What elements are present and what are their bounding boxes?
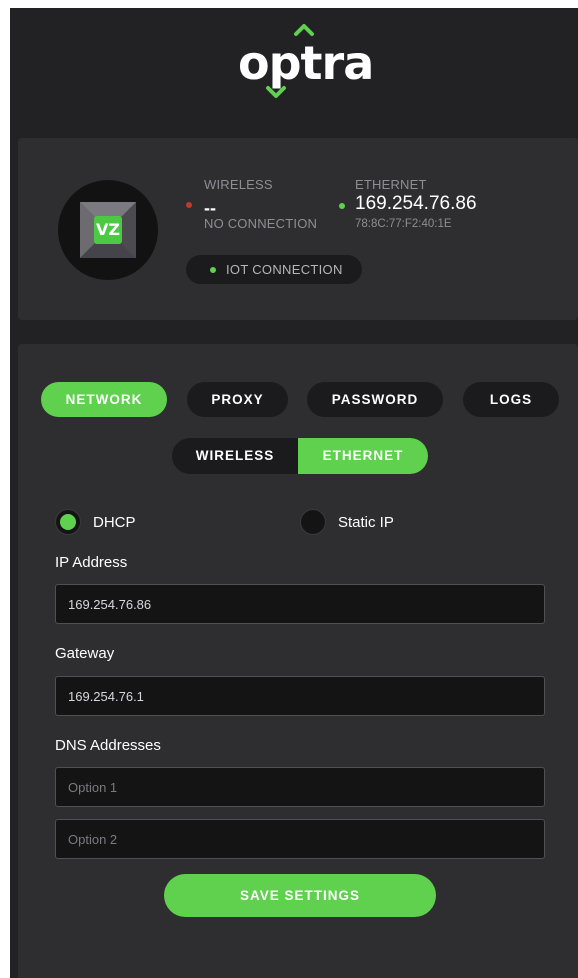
ethernet-label: ETHERNET <box>355 177 427 192</box>
ethernet-mac: 78:8C:77:F2:40:1E <box>355 218 452 230</box>
ethernet-ip: 169.254.76.86 <box>355 193 477 214</box>
static-ip-label[interactable]: Static IP <box>338 514 394 531</box>
tab-proxy[interactable]: PROXY <box>187 382 288 417</box>
dns-option-2-input[interactable] <box>55 819 545 859</box>
connection-status-card: VZ WIRELESS -- NO CONNECTION ETHERNET 16… <box>18 138 578 320</box>
tab-password[interactable]: PASSWORD <box>307 382 443 417</box>
dns-option-1-input[interactable] <box>55 767 545 807</box>
iot-status-dot <box>210 267 216 273</box>
logo-text: optra <box>238 36 374 90</box>
gateway-label: Gateway <box>55 645 115 662</box>
static-ip-radio[interactable] <box>300 509 326 535</box>
connection-type-toggle: WIRELESS ETHERNET <box>172 438 428 474</box>
tab-logs[interactable]: LOGS <box>463 382 559 417</box>
radio-selected-indicator <box>60 514 76 530</box>
ip-address-label: IP Address <box>55 554 128 571</box>
settings-panel: NETWORK PROXY PASSWORD LOGS WIRELESS ETH… <box>18 344 578 978</box>
segment-ethernet[interactable]: ETHERNET <box>298 438 428 474</box>
dhcp-label[interactable]: DHCP <box>93 514 136 531</box>
tab-network[interactable]: NETWORK <box>41 382 167 417</box>
iot-connection-badge: IOT CONNECTION <box>186 255 362 284</box>
wireless-status-dot <box>186 202 192 208</box>
gateway-input[interactable] <box>55 676 545 716</box>
ip-address-input[interactable] <box>55 584 545 624</box>
wireless-label: WIRELESS <box>204 177 273 192</box>
save-settings-button[interactable]: SAVE SETTINGS <box>164 874 436 917</box>
ethernet-status-dot <box>339 203 345 209</box>
device-avatar: VZ <box>58 180 158 280</box>
wireless-status-text: NO CONNECTION <box>204 216 318 231</box>
app-window: optra VZ WIRELESS -- NO CONNECTION ETHER… <box>10 8 578 978</box>
vz-badge: VZ <box>94 216 122 244</box>
dns-addresses-label: DNS Addresses <box>55 737 161 754</box>
segment-wireless[interactable]: WIRELESS <box>172 438 298 474</box>
dhcp-radio[interactable] <box>55 509 81 535</box>
iot-connection-label: IOT CONNECTION <box>226 262 343 277</box>
optra-logo: optra <box>230 20 380 110</box>
